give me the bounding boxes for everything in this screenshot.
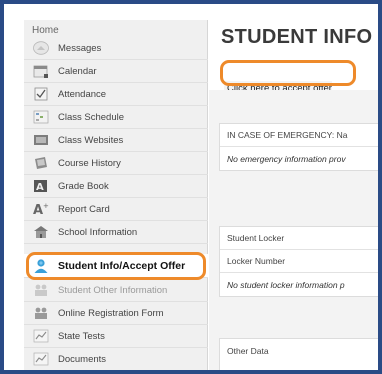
school-information-icon: [33, 225, 49, 239]
sidebar-home-link[interactable]: Home: [32, 25, 59, 36]
report-card-icon: A +: [33, 202, 49, 216]
highlight-student-info: [26, 252, 206, 280]
sidebar-item-label: Messages: [58, 42, 102, 54]
sidebar-item-class-websites[interactable]: Class Websites: [24, 129, 208, 152]
attendance-icon: [33, 87, 49, 101]
svg-text:A: A: [36, 182, 44, 193]
locker-number-column: Locker Number: [220, 250, 378, 273]
emergency-panel: IN CASE OF EMERGENCY: Na No emergency in…: [219, 123, 378, 171]
sidebar-item-label: School Information: [58, 226, 138, 238]
sidebar-item-report-card[interactable]: A + Report Card: [24, 198, 208, 221]
class-websites-icon: [33, 133, 49, 147]
sidebar-item-label: State Tests: [58, 330, 105, 342]
sidebar-item-label: Calendar: [58, 65, 97, 77]
other-data-header: Other Data: [227, 345, 269, 356]
page-title: STUDENT INFO: [221, 26, 373, 48]
sidebar-item-class-schedule[interactable]: Class Schedule: [24, 106, 208, 129]
other-data-panel: Other Data: [219, 338, 378, 374]
sidebar: Home Messages Calendar Attendance Class …: [24, 20, 208, 374]
sidebar-item-label: Student Other Information: [58, 284, 168, 296]
sidebar-item-label: Class Schedule: [58, 111, 125, 123]
messages-icon: [33, 41, 49, 55]
sidebar-item-course-history[interactable]: Course History: [24, 152, 208, 175]
sidebar-item-calendar[interactable]: Calendar: [24, 60, 208, 83]
calendar-icon: [33, 64, 49, 78]
sidebar-item-state-tests[interactable]: State Tests: [24, 325, 208, 348]
grade-book-icon: A: [33, 179, 49, 193]
locker-panel: Student Locker Locker Number No student …: [219, 226, 378, 297]
sidebar-item-label: Course History: [58, 157, 121, 169]
svg-text:A: A: [33, 203, 43, 216]
online-registration-icon: [33, 306, 49, 320]
sidebar-item-label: Attendance: [58, 88, 107, 100]
sidebar-item-student-other-information[interactable]: Student Other Information: [24, 279, 208, 302]
screenshot-frame: Home Messages Calendar Attendance Class …: [0, 0, 382, 374]
sidebar-item-grade-book[interactable]: A Grade Book: [24, 175, 208, 198]
emergency-header: IN CASE OF EMERGENCY: Na: [220, 124, 378, 147]
sidebar-item-label: Grade Book: [58, 180, 109, 192]
state-tests-icon: [33, 329, 49, 343]
sidebar-item-documents[interactable]: Documents: [24, 348, 208, 371]
sidebar-item-label: Class Websites: [58, 134, 124, 146]
sidebar-item-attendance[interactable]: Attendance: [24, 83, 208, 106]
course-history-icon: [33, 156, 49, 170]
svg-text:+: +: [43, 202, 49, 210]
sidebar-item-messages[interactable]: Messages: [24, 37, 208, 60]
locker-empty-message: No student locker information p: [227, 279, 345, 290]
documents-icon: [33, 352, 49, 366]
student-other-info-icon: [33, 283, 49, 297]
highlight-accept-offer: [220, 60, 356, 86]
sidebar-item-label: Report Card: [58, 203, 110, 215]
sidebar-item-label: Documents: [58, 353, 107, 365]
emergency-empty-message: No emergency information prov: [227, 153, 346, 164]
class-schedule-icon: [33, 110, 49, 124]
sidebar-item-label: Online Registration Form: [58, 307, 164, 319]
locker-header: Student Locker: [220, 227, 378, 250]
sidebar-item-school-information[interactable]: School Information: [24, 221, 208, 244]
sidebar-item-online-registration-form[interactable]: Online Registration Form: [24, 302, 208, 325]
